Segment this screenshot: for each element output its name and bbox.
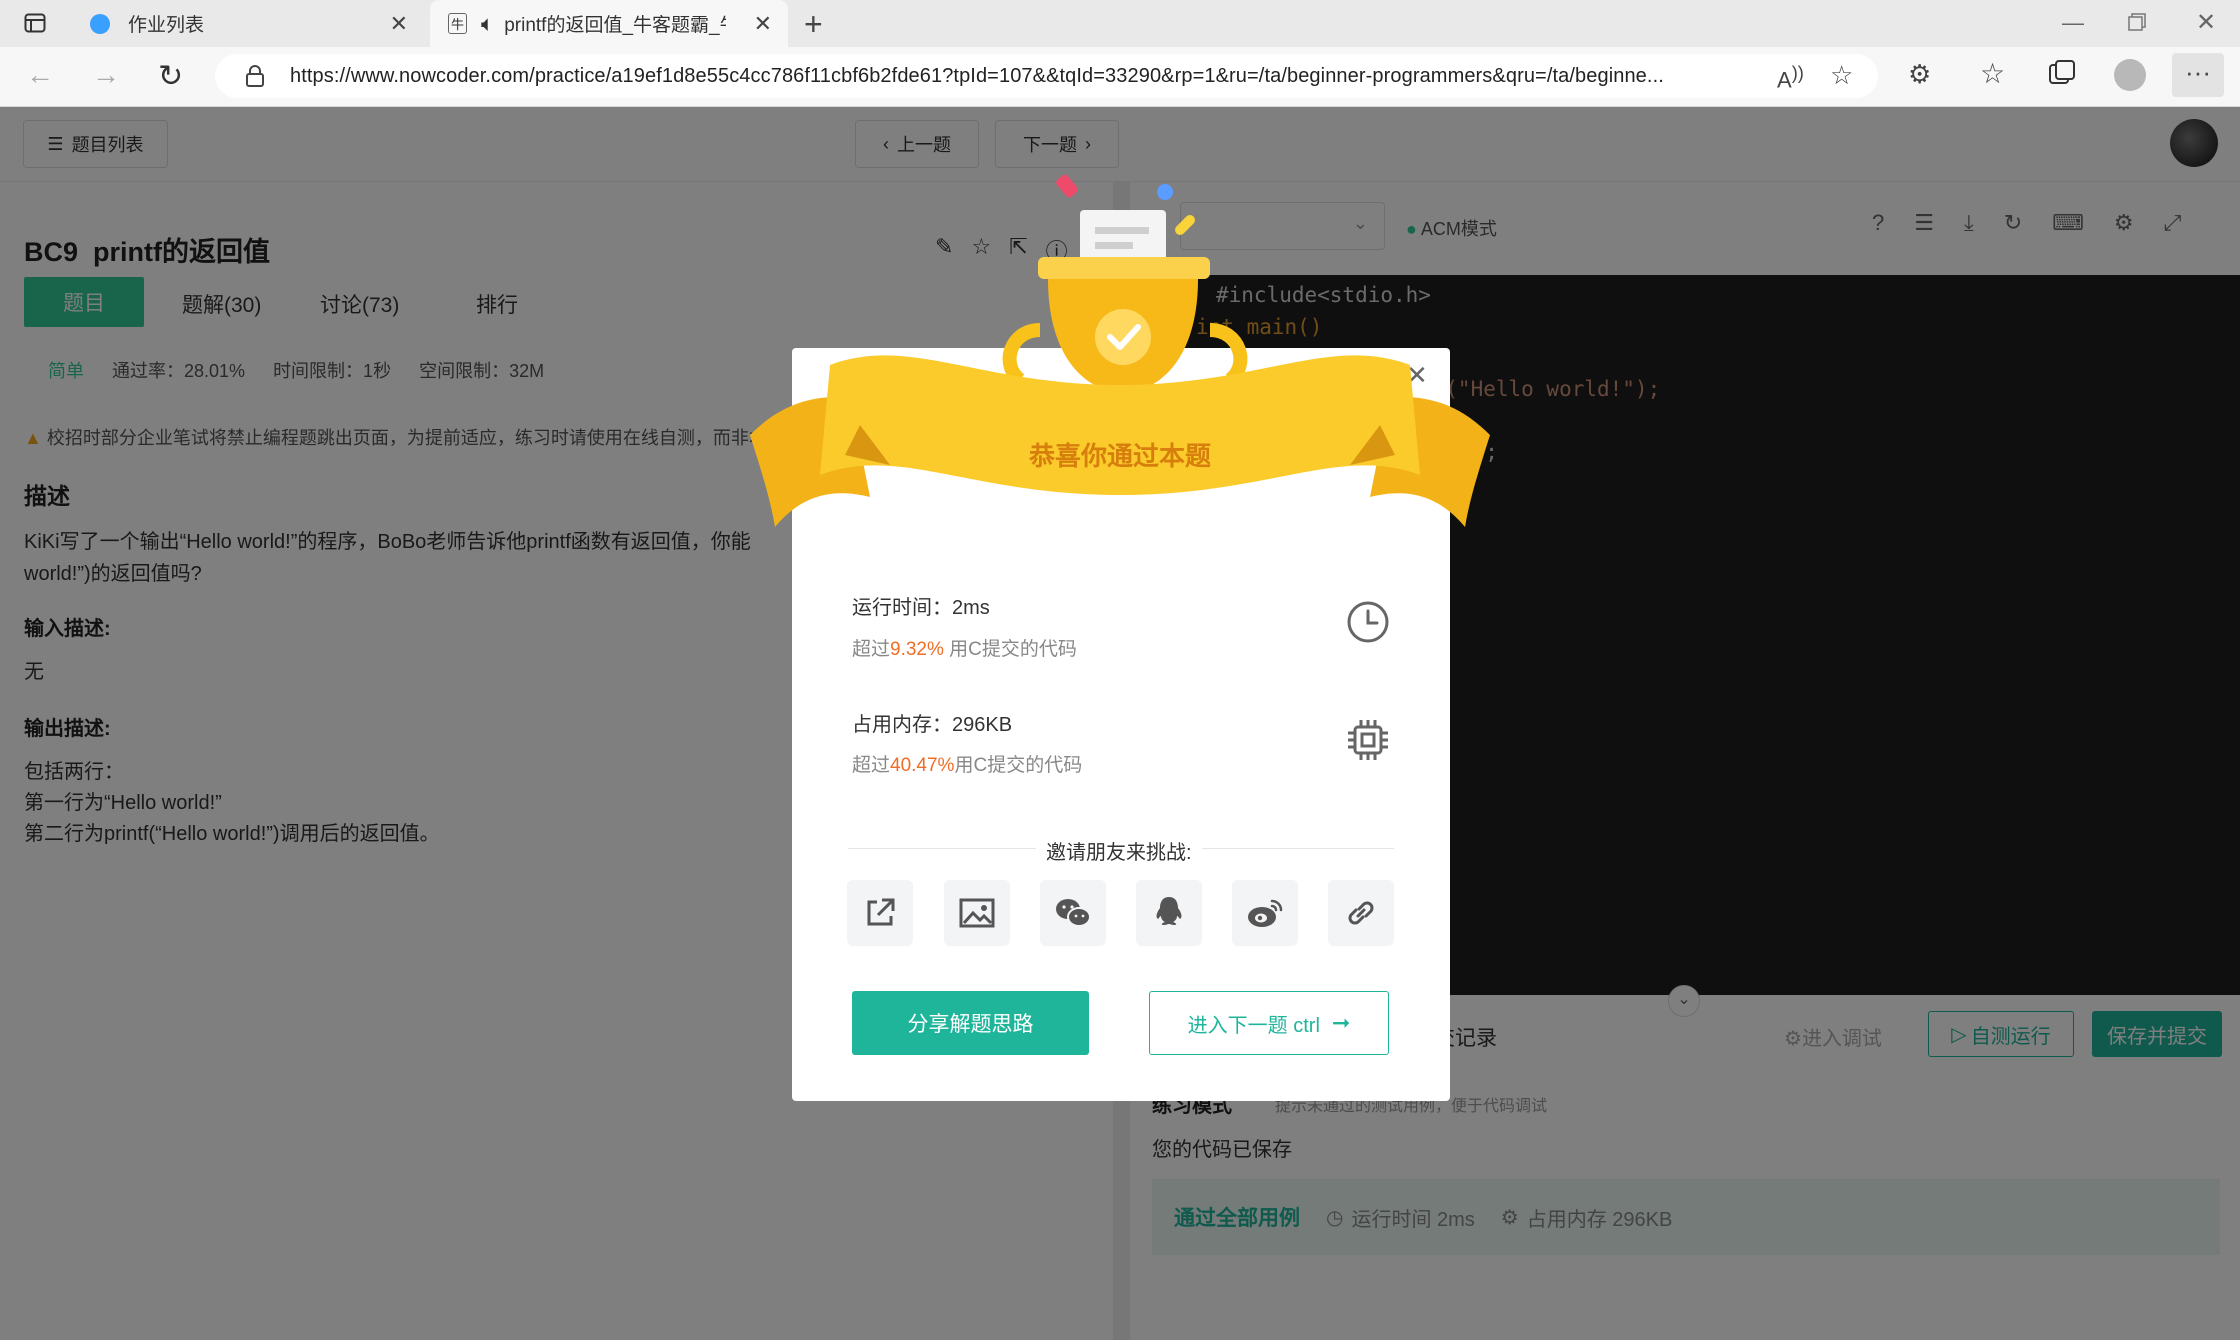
wechat-icon[interactable] [1040, 880, 1106, 946]
copy-link-icon[interactable] [1328, 880, 1394, 946]
tab-title: printf的返回值_牛客题霸_牛 [504, 15, 727, 36]
confetti-red [1056, 174, 1078, 198]
next-problem-modal-button[interactable]: 进入下一题 ctrl ➞ [1149, 991, 1389, 1055]
image-share-icon[interactable] [944, 880, 1010, 946]
banner-text: 恭喜你通过本题 [1028, 442, 1211, 472]
tab-printf[interactable]: 牛 🔈︎ printf的返回值_牛客题霸_牛 ✕ [430, 0, 788, 47]
memory-label: 占用内存：296KB [852, 714, 1013, 736]
read-aloud-icon[interactable]: A)) [1777, 62, 1804, 93]
tab-homework-list[interactable]: 作业列表 ✕ [74, 0, 424, 47]
back-icon[interactable]: ← [26, 59, 54, 91]
browser-tabbar: 作业列表 ✕ 牛 🔈︎ printf的返回值_牛客题霸_牛 ✕ + — ✕ [0, 0, 2240, 47]
share-solution-button[interactable]: 分享解题思路 [852, 991, 1089, 1055]
tab-actions-icon[interactable] [24, 12, 46, 34]
profile-avatar[interactable] [2114, 59, 2146, 91]
trophy-banner-illustration: 恭喜你通过本题 [750, 174, 1490, 527]
address-bar[interactable]: https://www.nowcoder.com/practice/a19ef1… [215, 54, 1878, 98]
invite-label: 邀请朋友来挑战: [1036, 836, 1202, 865]
run-time-percent: 9.32% [890, 639, 944, 660]
share-link-icon[interactable] [847, 880, 913, 946]
url-text: https://www.nowcoder.com/practice/a19ef1… [290, 64, 1664, 87]
close-window-icon[interactable]: ✕ [2196, 8, 2216, 37]
collections-icon[interactable] [2048, 59, 2076, 87]
close-tab-icon[interactable]: ✕ [390, 11, 408, 37]
memory-compare: 超过40.47%用C提交的代码 [852, 755, 1083, 776]
qq-icon[interactable] [1136, 880, 1202, 946]
add-favorite-icon[interactable]: ☆ [1830, 60, 1853, 91]
restore-icon[interactable] [2128, 13, 2146, 31]
extensions-icon[interactable]: ⚙︎ [1908, 59, 1931, 90]
refresh-icon[interactable]: ↻ [158, 59, 183, 94]
chip-icon [1346, 718, 1390, 762]
arrow-right-icon: ➞ [1331, 1010, 1351, 1035]
run-time-compare: 超过9.32% 用C提交的代码 [852, 639, 1077, 660]
memory-percent: 40.47% [890, 755, 955, 776]
new-tab-icon[interactable]: + [804, 6, 823, 43]
confetti-yellow [1175, 215, 1195, 235]
browser-toolbar: ← → ↻ https://www.nowcoder.com/practice/… [0, 47, 2240, 107]
tab-title: 作业列表 [128, 15, 205, 36]
favorites-icon[interactable]: ☆ [1980, 57, 2005, 90]
close-tab-icon[interactable]: ✕ [754, 11, 772, 37]
confetti-blue [1157, 184, 1173, 200]
nowcoder-favicon-icon [90, 13, 110, 34]
minimize-icon[interactable]: — [2062, 10, 2084, 36]
nowcoder-favicon-icon: 牛 [448, 13, 468, 34]
audio-playing-icon[interactable]: 🔈︎ [481, 11, 494, 37]
forward-icon[interactable]: → [92, 59, 120, 91]
weibo-icon[interactable] [1232, 880, 1298, 946]
lock-icon[interactable] [245, 64, 265, 88]
settings-more-icon[interactable]: ··· [2172, 53, 2224, 97]
clock-icon [1346, 600, 1390, 644]
